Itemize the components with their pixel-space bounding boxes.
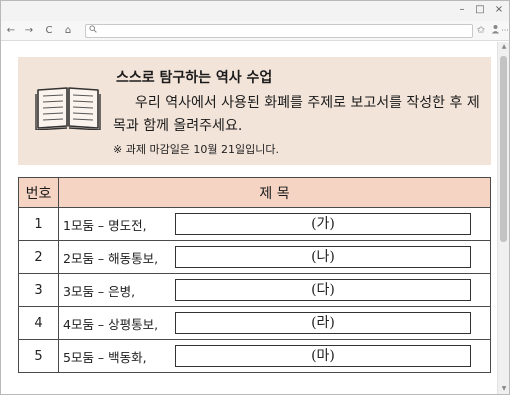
notice-panel: 스스로 탐구하는 역사 수업 우리 역사에서 사용된 화폐를 주제로 보고서를 … [18, 57, 491, 165]
row-number: 3 [18, 273, 59, 307]
forward-icon[interactable]: → [23, 24, 35, 38]
table-row: 5 5모둠 – 백동화, (마) [18, 339, 491, 373]
scroll-thumb[interactable] [500, 56, 507, 242]
table-row: 4 4모둠 – 상평통보, (라) [18, 306, 491, 340]
group-label: 3모둠 – 은병, [63, 283, 136, 299]
row-number: 2 [18, 240, 59, 274]
row-number: 5 [18, 339, 59, 373]
table-row: 1 1모둠 – 명도전, (가) [18, 207, 491, 241]
row-title-cell: 4모둠 – 상평통보, (라) [58, 306, 491, 340]
answer-box[interactable]: (마) [175, 345, 471, 367]
row-title-cell: 3모둠 – 은병, (다) [58, 273, 491, 307]
home-icon[interactable]: ⌂ [62, 24, 74, 38]
back-icon[interactable]: ← [5, 24, 17, 38]
scroll-up-icon[interactable]: ▲ [498, 42, 510, 52]
header-title: 제 목 [58, 177, 491, 208]
row-title-cell: 1모둠 – 명도전, (가) [58, 207, 491, 241]
maximize-button[interactable]: □ [473, 3, 487, 17]
menu-icon[interactable]: ··· [500, 24, 510, 38]
book-icon [35, 87, 101, 130]
group-label: 5모둠 – 백동화, [63, 349, 147, 365]
search-icon [89, 25, 97, 37]
group-label: 2모둠 – 해동통보, [63, 250, 159, 266]
row-title-cell: 5모둠 – 백동화, (마) [58, 339, 491, 373]
title-bar: – □ × [1, 1, 509, 21]
reload-icon[interactable]: C [43, 24, 55, 38]
row-number: 4 [18, 306, 59, 340]
minimize-button[interactable]: – [455, 3, 469, 17]
group-label: 4모둠 – 상평통보, [63, 316, 159, 332]
address-toolbar: ← → C ⌂ ✩ ··· [1, 21, 509, 41]
task-table: 번호 제 목 1 1모둠 – 명도전, (가) 2 2모둠 – 해동통보, (나) [18, 177, 491, 373]
page-content: 스스로 탐구하는 역사 수업 우리 역사에서 사용된 화폐를 주제로 보고서를 … [1, 42, 498, 394]
close-button[interactable]: × [492, 3, 506, 17]
table-header-row: 번호 제 목 [18, 177, 491, 208]
group-label: 1모둠 – 명도전, [63, 217, 147, 233]
answer-box[interactable]: (라) [175, 312, 471, 334]
row-title-cell: 2모둠 – 해동통보, (나) [58, 240, 491, 274]
vertical-scrollbar[interactable]: ▲ ▼ [497, 42, 509, 394]
answer-box[interactable]: (가) [175, 213, 471, 235]
deadline-note: ※ 과제 마감일은 10월 21일입니다. [113, 143, 280, 156]
row-number: 1 [18, 207, 59, 241]
answer-box[interactable]: (다) [175, 279, 471, 301]
notice-body: 우리 역사에서 사용된 화폐를 주제로 보고서를 작성한 후 제목과 함께 올려… [113, 95, 480, 134]
answer-box[interactable]: (나) [175, 246, 471, 268]
scroll-down-icon[interactable]: ▼ [498, 384, 510, 394]
table-row: 3 3모둠 – 은병, (다) [18, 273, 491, 307]
browser-window: – □ × ← → C ⌂ ✩ ··· 스스로 탐구하는 역사 수업 우리 역사… [0, 0, 510, 395]
table-row: 2 2모둠 – 해동통보, (나) [18, 240, 491, 274]
address-bar[interactable] [85, 24, 473, 38]
favorite-icon[interactable]: ✩ [475, 24, 487, 38]
notice-title: 스스로 탐구하는 역사 수업 [116, 70, 273, 86]
header-number: 번호 [18, 177, 59, 208]
url-input[interactable] [100, 26, 460, 37]
